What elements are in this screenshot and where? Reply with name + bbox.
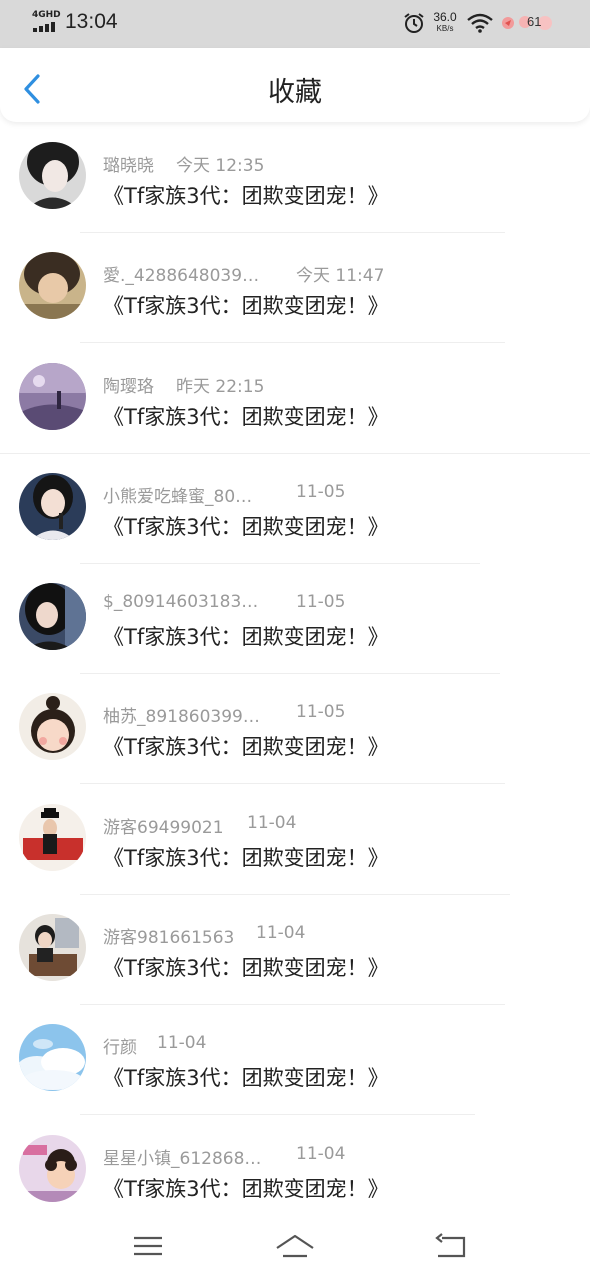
- avatar[interactable]: [19, 1024, 86, 1092]
- story-title: 《Tf家族3代：团欺变团宠！》: [103, 404, 389, 429]
- timestamp: 11-05: [296, 481, 346, 502]
- avatar[interactable]: [19, 472, 86, 540]
- avatar[interactable]: [19, 914, 86, 982]
- list-item[interactable]: 行颜 11-04 《Tf家族3代：团欺变团宠！》: [0, 1004, 590, 1116]
- avatar[interactable]: [19, 362, 86, 430]
- clock: 13:04: [65, 10, 118, 33]
- timestamp: 11-04: [157, 1033, 207, 1054]
- avatar[interactable]: [19, 142, 86, 209]
- timestamp: 11-04: [256, 923, 306, 944]
- user-name: 柚苏_891860399…: [103, 707, 260, 728]
- user-name: 游客981661563: [103, 928, 235, 949]
- item-meta: 游客69499021 11-04: [103, 813, 296, 838]
- list-item[interactable]: 陶璎珞 昨天 22:15 《Tf家族3代：团欺变团宠！》: [0, 343, 590, 454]
- list-item[interactable]: 游客981661563 11-04 《Tf家族3代：团欺变团宠！》: [0, 894, 590, 1006]
- item-meta: 星星小镇_612868… 11-04: [103, 1144, 345, 1169]
- timestamp: 11-04: [247, 812, 297, 833]
- user-name: 陶璎珞: [103, 376, 154, 397]
- story-title: 《Tf家族3代：团欺变团宠！》: [103, 184, 389, 208]
- speed-value: 36.0: [433, 10, 457, 24]
- list-item[interactable]: 柚苏_891860399… 11-05 《Tf家族3代：团欺变团宠！》: [0, 673, 590, 785]
- avatar[interactable]: [19, 252, 86, 320]
- item-meta: 陶璎珞 昨天 22:15: [103, 372, 264, 397]
- timestamp: 11-04: [296, 1143, 346, 1164]
- menu-icon: [134, 1236, 162, 1256]
- list-item[interactable]: 星星小镇_612868… 11-04 《Tf家族3代：团欺变团宠！》: [0, 1115, 590, 1225]
- user-name: 游客69499021: [103, 817, 224, 838]
- avatar[interactable]: [19, 803, 86, 871]
- wifi-icon: [467, 13, 493, 33]
- network-speed: 36.0 KB/s: [430, 11, 460, 33]
- user-name: $_80914603183…: [103, 592, 259, 613]
- user-name: 行颜: [103, 1038, 137, 1059]
- story-title: 《Tf家族3代：团欺变团宠！》: [103, 845, 389, 870]
- item-meta: $_80914603183… 11-05: [103, 592, 345, 613]
- item-meta: 璐晓晓 今天 12:35: [103, 151, 264, 176]
- story-title: 《Tf家族3代：团欺变团宠！》: [103, 1176, 389, 1201]
- list-item[interactable]: 游客69499021 11-04 《Tf家族3代：团欺变团宠！》: [0, 784, 590, 895]
- item-meta: 小熊爱吃蜂蜜_80… 11-05: [103, 482, 345, 507]
- avatar[interactable]: [19, 583, 86, 651]
- home-button[interactable]: [275, 1228, 315, 1264]
- alarm-icon: [404, 13, 424, 33]
- story-title: 《Tf家族3代：团欺变团宠！》: [103, 735, 389, 760]
- item-meta: 愛._4288648039… 今天 11:47: [103, 261, 384, 287]
- list-item[interactable]: $_80914603183… 11-05 《Tf家族3代：团欺变团宠！》: [0, 563, 590, 675]
- user-name: 愛._4288648039…: [103, 266, 260, 287]
- signal-icon: [33, 22, 57, 32]
- page-title: 收藏: [268, 77, 322, 108]
- item-meta: 行颜 11-04: [103, 1033, 206, 1059]
- header: 收藏: [0, 48, 590, 122]
- timestamp: 11-05: [296, 702, 346, 723]
- user-name: 璐晓晓: [103, 156, 154, 176]
- back-icon: [435, 1233, 466, 1258]
- story-title: 《Tf家族3代：团欺变团宠！》: [103, 294, 389, 319]
- navigation-bar: [0, 1214, 590, 1280]
- back-nav-button[interactable]: [430, 1228, 470, 1264]
- list-item[interactable]: 璐晓晓 今天 12:35 《Tf家族3代：团欺变团宠！》: [0, 122, 590, 233]
- story-title: 《Tf家族3代：团欺变团宠！》: [103, 1066, 389, 1091]
- status-bar: 4GHD 13:04 36.0 KB/s 61: [0, 0, 590, 48]
- story-title: 《Tf家族3代：团欺变团宠！》: [103, 625, 389, 650]
- list-item[interactable]: 小熊爱吃蜂蜜_80… 11-05 《Tf家族3代：团欺变团宠！》: [0, 453, 590, 564]
- story-title: 《Tf家族3代：团欺变团宠！》: [103, 514, 389, 539]
- user-name: 星星小镇_612868…: [103, 1148, 262, 1169]
- timestamp: 昨天 22:15: [176, 376, 265, 397]
- timestamp: 11-05: [296, 592, 346, 613]
- favorites-list: 璐晓晓 今天 12:35 《Tf家族3代：团欺变团宠！》 愛._42886480…: [0, 122, 590, 1225]
- menu-button[interactable]: [128, 1228, 168, 1264]
- home-icon: [276, 1234, 314, 1258]
- timestamp: 今天 12:35: [176, 156, 265, 176]
- avatar[interactable]: [19, 693, 86, 761]
- item-meta: 柚苏_891860399… 11-05: [103, 702, 345, 728]
- timestamp: 今天 11:47: [296, 266, 385, 287]
- network-type: 4GHD: [32, 10, 61, 20]
- user-name: 小熊爱吃蜂蜜_80…: [103, 486, 253, 507]
- battery-level: 61: [527, 14, 542, 29]
- item-meta: 游客981661563 11-04: [103, 923, 305, 949]
- avatar[interactable]: [19, 1134, 86, 1202]
- speed-unit: KB/s: [436, 24, 454, 33]
- list-item[interactable]: 愛._4288648039… 今天 11:47 《Tf家族3代：团欺变团宠！》: [0, 232, 590, 344]
- story-title: 《Tf家族3代：团欺变团宠！》: [103, 956, 389, 981]
